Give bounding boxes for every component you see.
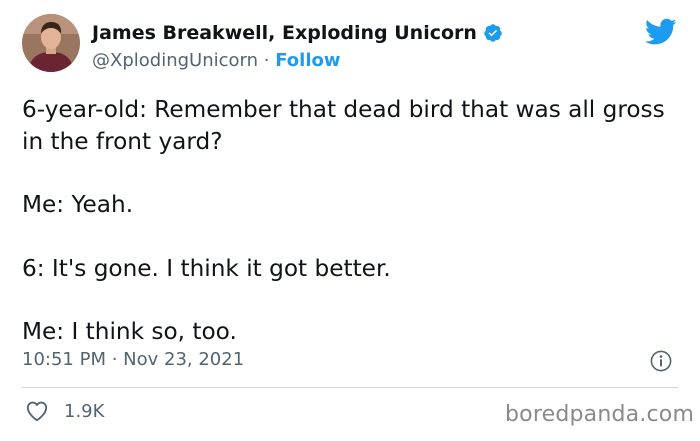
avatar[interactable] — [22, 14, 80, 72]
tweet-line: Me: Yeah. — [22, 191, 134, 218]
heart-icon — [26, 401, 48, 422]
tweet-line: 6: It's gone. I think it got better. — [22, 254, 391, 282]
like-count: 1.9K — [64, 400, 105, 422]
author-handle[interactable]: @XplodingUnicorn — [92, 50, 258, 71]
tweet-text: 6-year-old: Remember that dead bird that… — [22, 94, 682, 348]
divider — [22, 387, 678, 388]
author-name[interactable]: James Breakwell, Exploding Unicorn — [92, 22, 477, 44]
tweet-line: Me: I think so, too. — [22, 318, 237, 345]
twitter-bird-icon[interactable] — [645, 18, 677, 46]
info-icon[interactable] — [650, 350, 672, 372]
tweet-timestamp[interactable]: 10:51 PM · Nov 23, 2021 — [22, 349, 244, 370]
verified-badge-icon — [484, 24, 502, 42]
separator-dot: · — [263, 50, 270, 71]
watermark: boredpanda.com — [505, 402, 695, 427]
handle-row: @XplodingUnicorn · Follow — [92, 50, 341, 71]
like-button[interactable]: 1.9K — [24, 398, 104, 424]
author-name-row: James Breakwell, Exploding Unicorn — [92, 22, 503, 44]
follow-link[interactable]: Follow — [275, 50, 340, 71]
tweet-line: 6-year-old: Remember that dead bird that… — [22, 96, 665, 155]
